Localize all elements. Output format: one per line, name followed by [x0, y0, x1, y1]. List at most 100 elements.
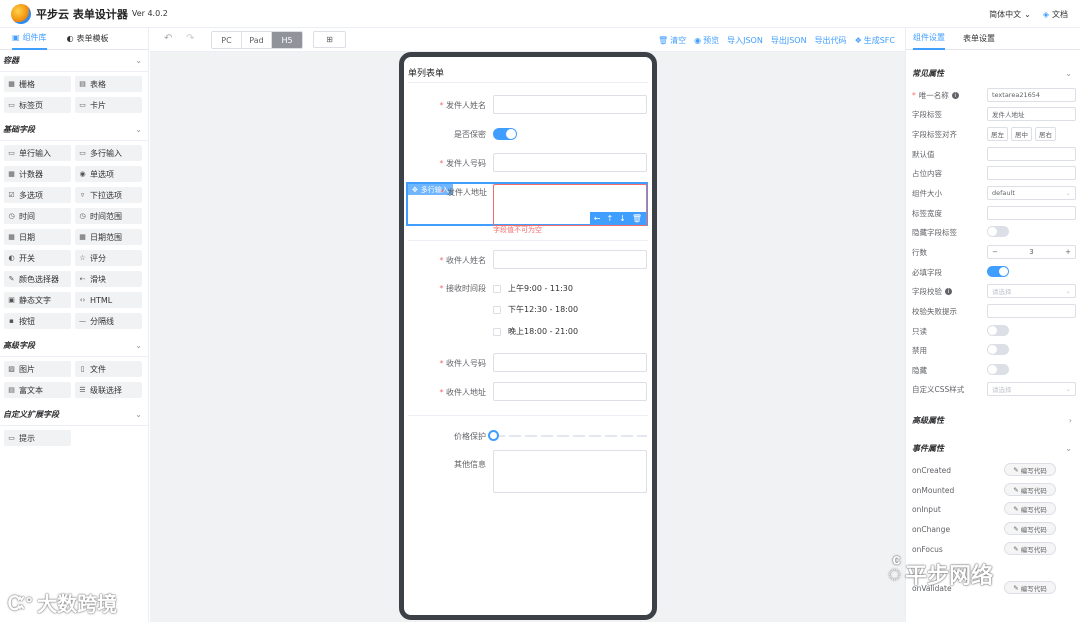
device-pc-button[interactable]: PC	[212, 32, 242, 48]
widget-color-picker[interactable]: ✎ 颜色选择器	[4, 271, 71, 287]
widget-divider[interactable]: — 分隔线	[75, 313, 142, 329]
field-label: 是否保密	[454, 130, 486, 139]
prop-label-width: 标签宽度	[912, 206, 1076, 220]
default-value-input[interactable]	[987, 147, 1076, 161]
language-select[interactable]: 简体中文 ⌄	[989, 9, 1031, 20]
confidential-switch[interactable]	[493, 128, 517, 140]
label-width-input[interactable]	[987, 206, 1076, 220]
redo-icon[interactable]: ↷	[186, 33, 194, 44]
group-header-basic[interactable]: 基础字段 ⌄	[0, 119, 148, 141]
required-switch[interactable]	[987, 266, 1009, 277]
tab-label: 组件库	[22, 33, 47, 42]
group-header-custom[interactable]: 自定义扩展字段 ⌄	[0, 404, 148, 426]
edit-code-button[interactable]: ✎ 编写代码	[1004, 502, 1056, 515]
section-advanced[interactable]: 高级属性 ›	[912, 410, 1072, 430]
textarea-icon: ▭	[79, 149, 86, 157]
widget-slider[interactable]: ⇠ 滑块	[75, 271, 142, 287]
hidden-switch[interactable]	[987, 364, 1009, 375]
widget-file[interactable]: ▯ 文件	[75, 361, 142, 377]
selected-widget-wrapper[interactable]: ✥ 多行输入 * 发件人地址 ← ↑ ↓ 🗑	[406, 182, 648, 226]
widget-html[interactable]: ‹› HTML	[75, 292, 142, 308]
move-up-icon[interactable]: ↑	[606, 214, 613, 223]
widget-picture[interactable]: ▨ 图片	[4, 361, 71, 377]
edit-icon: ✎	[1013, 524, 1019, 533]
tab-widget-settings[interactable]: 组件设置	[913, 28, 945, 50]
custom-css-select[interactable]: 请选择 ⌄	[987, 382, 1076, 396]
edit-code-button[interactable]: ✎ 编写代码	[1004, 463, 1056, 476]
other-info-textarea[interactable]	[493, 450, 647, 493]
section-common[interactable]: 常见属性 ⌄	[912, 63, 1072, 83]
widget-textarea[interactable]: ▭ 多行输入	[75, 145, 142, 161]
group-header-advanced[interactable]: 高级字段 ⌄	[0, 335, 148, 357]
widget-input[interactable]: ▭ 单行输入	[4, 145, 71, 161]
widget-checkbox[interactable]: ☑ 多选项	[4, 187, 71, 203]
edit-code-button[interactable]: ✎ 编写代码	[1004, 483, 1056, 496]
widget-cascader[interactable]: ☰ 级联选择	[75, 382, 142, 398]
section-events[interactable]: 事件属性 ⌄	[912, 438, 1072, 458]
receiver-phone-input[interactable]	[493, 353, 647, 372]
rows-stepper[interactable]: − 3 +	[987, 245, 1076, 259]
tab-component-library[interactable]: ▣ 组件库	[12, 28, 47, 50]
widget-static-text[interactable]: ▣ 静态文字	[4, 292, 71, 308]
edit-code-button[interactable]: ✎ 编写代码	[1004, 522, 1056, 535]
unique-name-input[interactable]: textarea21654	[987, 88, 1076, 102]
validation-tip-input[interactable]	[987, 304, 1076, 318]
sender-name-input[interactable]	[493, 95, 647, 114]
field-label-input[interactable]: 发件人地址	[987, 107, 1076, 121]
widget-switch[interactable]: ◐ 开关	[4, 250, 71, 266]
generate-sfc-button[interactable]: ❖ 生成SFC	[855, 35, 895, 46]
import-json-button[interactable]: 导入JSON	[727, 35, 763, 46]
receiver-name-input[interactable]	[493, 250, 647, 269]
widget-date-range[interactable]: ▦ 日期范围	[75, 229, 142, 245]
edit-code-button[interactable]: ✎ 编写代码	[1004, 581, 1056, 594]
disabled-switch[interactable]	[987, 344, 1009, 355]
receiver-address-input[interactable]	[493, 382, 647, 401]
placeholder-input[interactable]	[987, 166, 1076, 180]
export-code-button[interactable]: 导出代码	[815, 35, 847, 46]
group-header-container[interactable]: 容器 ⌄	[0, 50, 148, 72]
widget-table[interactable]: ▤ 表格	[75, 76, 142, 92]
plus-icon[interactable]: +	[1061, 248, 1075, 256]
node-tree-button[interactable]: ⊞	[313, 31, 346, 48]
align-center-button[interactable]: 居中	[1011, 127, 1032, 141]
time-option-afternoon[interactable]: 下午12:30 - 18:00	[493, 304, 578, 315]
widget-time-range[interactable]: ◷ 时间范围	[75, 208, 142, 224]
align-left-button[interactable]: 居左	[987, 127, 1008, 141]
widget-rate[interactable]: ☆ 评分	[75, 250, 142, 266]
widget-rich-text[interactable]: ▤ 富文本	[4, 382, 71, 398]
time-option-evening[interactable]: 晚上18:00 - 21:00	[493, 326, 578, 337]
validation-select[interactable]: 请选择 ⌄	[987, 284, 1076, 298]
widget-counter[interactable]: ▦ 计数器	[4, 166, 71, 182]
hide-label-switch[interactable]	[987, 226, 1009, 237]
widget-date[interactable]: ▦ 日期	[4, 229, 71, 245]
export-json-button[interactable]: 导出JSON	[771, 35, 807, 46]
widget-grid[interactable]: ▦ 栅格	[4, 76, 71, 92]
docs-link[interactable]: ◈ 文档	[1043, 9, 1068, 20]
tab-form-templates[interactable]: ◐ 表单模板	[67, 28, 109, 50]
move-down-icon[interactable]: ↓	[619, 214, 626, 223]
tab-form-settings[interactable]: 表单设置	[963, 28, 995, 50]
time-option-morning[interactable]: 上午9:00 - 11:30	[493, 283, 573, 294]
preview-button[interactable]: ◉ 预览	[694, 35, 719, 46]
delete-icon[interactable]: 🗑	[632, 214, 642, 223]
device-h5-button[interactable]: H5	[272, 32, 302, 48]
readonly-switch[interactable]	[987, 325, 1009, 336]
widget-alert[interactable]: ▭ 提示	[4, 430, 71, 446]
sender-phone-input[interactable]	[493, 153, 647, 172]
select-parent-icon[interactable]: ←	[594, 214, 601, 223]
size-select[interactable]: default ⌄	[987, 186, 1076, 200]
align-right-button[interactable]: 居右	[1035, 127, 1056, 141]
widget-button[interactable]: ▪ 按钮	[4, 313, 71, 329]
device-pad-button[interactable]: Pad	[242, 32, 272, 48]
widget-select[interactable]: ▿ 下拉选项	[75, 187, 142, 203]
widget-tabs[interactable]: ▭ 标签页	[4, 97, 71, 113]
price-protect-slider[interactable]	[488, 430, 647, 441]
undo-icon[interactable]: ↶	[164, 33, 172, 44]
clear-button[interactable]: 🗑 清空	[658, 35, 686, 46]
minus-icon[interactable]: −	[988, 248, 1002, 256]
widget-radio[interactable]: ◉ 单选项	[75, 166, 142, 182]
slider-knob[interactable]	[488, 430, 499, 441]
widget-card[interactable]: ▭ 卡片	[75, 97, 142, 113]
widget-time[interactable]: ◷ 时间	[4, 208, 71, 224]
edit-code-button[interactable]: ✎ 编写代码	[1004, 542, 1056, 555]
